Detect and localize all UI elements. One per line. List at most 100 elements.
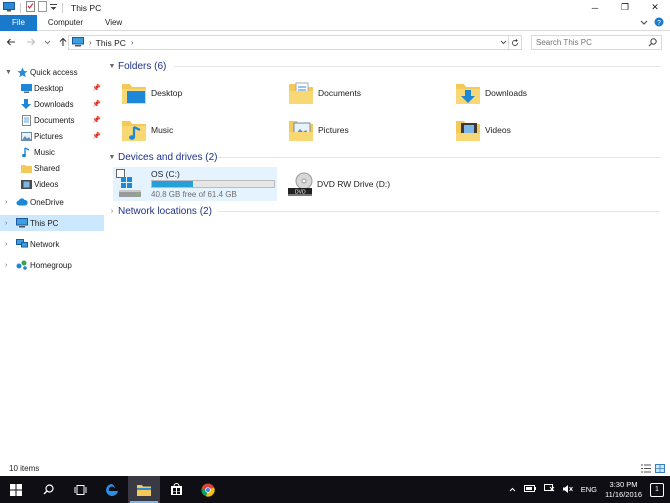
chevron-right-icon[interactable]: › bbox=[5, 241, 7, 248]
recent-locations-button[interactable] bbox=[40, 35, 54, 49]
chevron-right-icon[interactable]: › bbox=[106, 208, 118, 215]
show-hidden-icons-icon[interactable] bbox=[509, 485, 516, 494]
clock[interactable]: 3:30 PM 11/16/2016 bbox=[605, 480, 642, 500]
pin-icon[interactable]: 📌 bbox=[92, 100, 101, 108]
drive-os-c[interactable]: OS (C:) 40.8 GB free of 61.4 GB bbox=[113, 167, 277, 201]
customize-qat-icon[interactable] bbox=[50, 3, 57, 13]
folder-videos[interactable]: Videos bbox=[453, 112, 613, 148]
tab-file[interactable]: File bbox=[0, 14, 37, 31]
search-box[interactable] bbox=[531, 35, 662, 50]
maximize-button[interactable]: ❐ bbox=[610, 0, 640, 15]
item-count: 10 items bbox=[9, 464, 40, 473]
network-status-icon[interactable] bbox=[543, 484, 555, 495]
folder-documents[interactable]: Documents bbox=[286, 75, 446, 111]
music-folder-icon bbox=[119, 115, 149, 145]
chrome-app-button[interactable] bbox=[192, 476, 224, 503]
store-app-button[interactable] bbox=[160, 476, 192, 503]
refresh-button[interactable] bbox=[508, 36, 521, 49]
volume-icon[interactable] bbox=[562, 484, 573, 495]
chevron-right-icon[interactable]: › bbox=[5, 262, 7, 269]
windows-drive-icon bbox=[117, 173, 143, 201]
chevron-right-icon[interactable]: › bbox=[5, 199, 7, 206]
sidebar-item-documents[interactable]: Documents 📌 bbox=[0, 112, 104, 128]
sidebar-item-videos[interactable]: Videos bbox=[0, 176, 104, 192]
folder-music[interactable]: Music bbox=[119, 112, 279, 148]
back-arrow-icon bbox=[6, 38, 15, 46]
sidebar-item-homegroup[interactable]: › Homegroup bbox=[0, 257, 104, 273]
view-buttons bbox=[641, 464, 665, 475]
folder-desktop[interactable]: Desktop bbox=[119, 75, 279, 111]
task-view-button[interactable] bbox=[64, 476, 96, 503]
drive-dvd-d[interactable]: DVD DVD RW Drive (D:) bbox=[282, 167, 452, 201]
group-header-devices[interactable]: ▼ Devices and drives (2) bbox=[104, 150, 664, 164]
group-title: Network locations (2) bbox=[118, 205, 212, 217]
sidebar-item-pictures[interactable]: Pictures 📌 bbox=[0, 128, 104, 144]
chevron-right-icon[interactable]: › bbox=[5, 220, 7, 227]
sidebar-item-desktop[interactable]: Desktop 📌 bbox=[0, 80, 104, 96]
address-dropdown-icon[interactable] bbox=[500, 38, 507, 47]
clock-time: 3:30 PM bbox=[609, 479, 638, 489]
minimize-button[interactable]: ─ bbox=[580, 0, 610, 15]
group-header-folders[interactable]: ▼ Folders (6) bbox=[104, 59, 664, 73]
forward-button[interactable] bbox=[24, 35, 38, 49]
drive-free-space: 40.8 GB free of 61.4 GB bbox=[151, 190, 237, 199]
notification-count: 1 bbox=[655, 486, 659, 493]
sidebar-item-music[interactable]: Music bbox=[0, 144, 104, 160]
new-folder-icon[interactable] bbox=[38, 1, 47, 14]
file-explorer-app-button[interactable] bbox=[128, 476, 160, 503]
sidebar-item-label: Network bbox=[30, 239, 60, 249]
tab-view[interactable]: View bbox=[94, 15, 133, 31]
details-view-icon[interactable] bbox=[641, 464, 651, 475]
breadcrumb-this-pc[interactable]: This PC bbox=[96, 38, 126, 48]
status-bar: 10 items bbox=[0, 461, 670, 476]
document-icon bbox=[20, 114, 32, 126]
explorer-window-icon[interactable] bbox=[3, 1, 15, 14]
breadcrumb-chevron-icon[interactable]: › bbox=[89, 38, 92, 47]
pin-icon[interactable]: 📌 bbox=[92, 84, 101, 92]
sidebar-item-onedrive[interactable]: › OneDrive bbox=[0, 194, 104, 210]
windows-logo-icon bbox=[10, 483, 22, 496]
back-button[interactable] bbox=[4, 35, 18, 49]
battery-icon[interactable] bbox=[523, 485, 536, 494]
search-input[interactable] bbox=[536, 38, 646, 47]
documents-folder-icon bbox=[286, 78, 316, 108]
search-icon[interactable] bbox=[648, 38, 657, 49]
action-center-button[interactable]: 1 bbox=[650, 482, 664, 497]
folder-pictures[interactable]: Pictures bbox=[286, 112, 446, 148]
system-tray: ENG 3:30 PM 11/16/2016 1 bbox=[505, 476, 670, 503]
folder-icon bbox=[20, 162, 32, 174]
dvd-drive-icon: DVD bbox=[286, 171, 314, 201]
pin-icon[interactable]: 📌 bbox=[92, 116, 101, 124]
pin-icon[interactable]: 📌 bbox=[92, 132, 101, 140]
chevron-down-icon[interactable]: ▼ bbox=[106, 63, 118, 70]
start-button[interactable] bbox=[0, 476, 32, 503]
large-icons-view-icon[interactable] bbox=[655, 464, 665, 475]
properties-icon[interactable] bbox=[26, 1, 35, 14]
network-icon bbox=[16, 238, 28, 250]
sidebar-item-shared[interactable]: Shared bbox=[0, 160, 104, 176]
content-pane: ▼ Folders (6) Desktop Documents Download… bbox=[104, 56, 670, 461]
breadcrumb-chevron-icon[interactable]: › bbox=[131, 38, 134, 47]
sidebar-item-label: Documents bbox=[34, 115, 75, 125]
folder-downloads[interactable]: Downloads bbox=[453, 75, 613, 111]
help-icon[interactable]: ? bbox=[654, 17, 664, 29]
videos-icon bbox=[20, 178, 32, 190]
sidebar-item-quick-access[interactable]: ▼ Quick access bbox=[0, 64, 104, 80]
svg-text:DVD: DVD bbox=[295, 190, 306, 196]
close-button[interactable]: ✕ bbox=[640, 0, 670, 15]
expand-ribbon-icon[interactable] bbox=[640, 18, 648, 28]
address-bar[interactable]: › This PC › bbox=[68, 35, 522, 50]
sidebar-item-downloads[interactable]: Downloads 📌 bbox=[0, 96, 104, 112]
chevron-down-icon[interactable]: ▼ bbox=[5, 69, 12, 76]
edge-app-button[interactable] bbox=[96, 476, 128, 503]
chevron-down-icon[interactable]: ▼ bbox=[106, 154, 118, 161]
cloud-icon bbox=[16, 196, 28, 208]
downloads-folder-icon bbox=[453, 78, 483, 108]
this-pc-icon bbox=[72, 36, 84, 49]
search-button[interactable] bbox=[32, 476, 64, 503]
input-language[interactable]: ENG bbox=[581, 485, 597, 494]
sidebar-item-this-pc[interactable]: › This PC bbox=[0, 215, 104, 231]
tab-computer[interactable]: Computer bbox=[37, 15, 94, 31]
sidebar-item-network[interactable]: › Network bbox=[0, 236, 104, 252]
group-header-network-locations[interactable]: › Network locations (2) bbox=[104, 204, 664, 218]
